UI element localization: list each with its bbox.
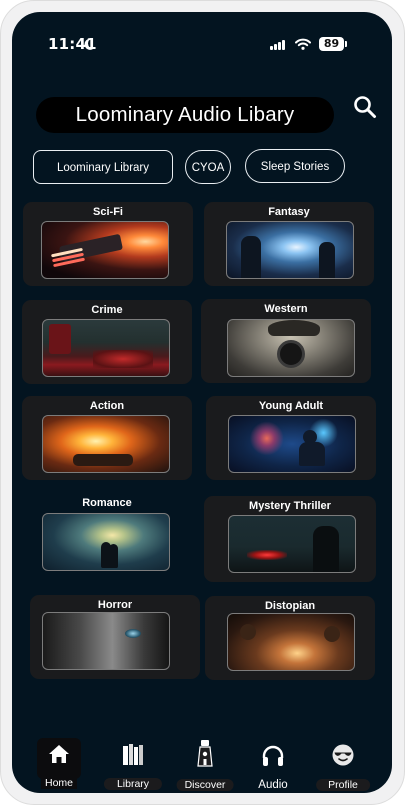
genre-card-distopian[interactable]: Distopian: [205, 596, 375, 680]
genre-label: Romance: [82, 497, 132, 509]
headphones-icon: [262, 745, 284, 766]
genre-label: Crime: [91, 304, 123, 316]
nav-item-library[interactable]: Library: [98, 735, 168, 793]
genre-thumbnail: [227, 319, 355, 377]
battery-indicator: 89: [319, 37, 347, 51]
genre-card-romance: Romance: [22, 493, 192, 577]
genre-label: Sci-Fi: [93, 206, 123, 218]
lighthouse-icon: [197, 740, 213, 767]
status-bar: 11:41 89: [12, 12, 392, 62]
genre-thumbnail[interactable]: [42, 513, 170, 571]
genre-thumbnail: [42, 319, 170, 377]
genre-label: Young Adult: [258, 400, 324, 412]
genre-label: Horror: [97, 599, 133, 611]
cellular-signal-icon: [270, 39, 286, 50]
bottom-nav: Home Library Discover Audio Profile: [12, 735, 392, 793]
app-screen: 11:41 89 Loominary Audio Libary Loominar…: [12, 12, 392, 793]
genre-thumbnail: [227, 613, 355, 671]
genre-label: Action: [89, 400, 125, 412]
nav-label-audio: Audio: [258, 779, 288, 791]
search-icon[interactable]: [352, 94, 378, 120]
genre-card-young-adult[interactable]: Young Adult: [206, 396, 376, 480]
genre-thumbnail: [42, 612, 170, 670]
genre-thumbnail: [226, 221, 354, 279]
genre-thumbnail: [228, 415, 356, 473]
nav-item-profile[interactable]: Profile: [310, 735, 376, 793]
nav-item-discover[interactable]: Discover: [168, 735, 242, 793]
sunglasses-face-icon: [332, 744, 354, 766]
genre-thumbnail: [41, 221, 169, 279]
phone-frame: 11:41 89 Loominary Audio Libary Loominar…: [0, 0, 405, 805]
home-icon: [49, 745, 69, 763]
tab-loominary-library[interactable]: Loominary Library: [33, 150, 173, 184]
tab-sleep-stories[interactable]: Sleep Stories: [245, 149, 345, 183]
nav-item-audio[interactable]: Audio: [244, 735, 302, 793]
genre-card-action[interactable]: Action: [22, 396, 192, 480]
genre-card-sci-fi[interactable]: Sci-Fi: [23, 202, 193, 286]
nav-item-home[interactable]: Home: [12, 735, 106, 793]
nav-label-home: Home: [40, 777, 78, 789]
wifi-icon: [295, 38, 311, 50]
genre-card-crime[interactable]: Crime: [22, 300, 192, 384]
genre-card-mystery-thriller[interactable]: Mystery Thriller: [204, 496, 376, 582]
books-icon: [123, 744, 143, 765]
genre-card-horror[interactable]: Horror: [30, 595, 200, 679]
nav-label-library: Library: [103, 778, 163, 790]
genre-thumbnail: [42, 415, 170, 473]
tab-cyoa[interactable]: CYOA: [185, 150, 231, 184]
nav-label-profile: Profile: [316, 779, 370, 791]
genre-label: Distopian: [264, 600, 316, 612]
genre-label: Fantasy: [268, 206, 310, 218]
genre-label: Mystery Thriller: [249, 500, 331, 512]
page-title: Loominary Audio Libary: [36, 97, 334, 133]
genre-thumbnail: [228, 515, 356, 573]
genre-label: Western: [264, 303, 308, 315]
genre-card-fantasy[interactable]: Fantasy: [204, 202, 374, 286]
genre-card-western[interactable]: Western: [201, 299, 371, 383]
nav-label-discover: Discover: [176, 779, 234, 791]
